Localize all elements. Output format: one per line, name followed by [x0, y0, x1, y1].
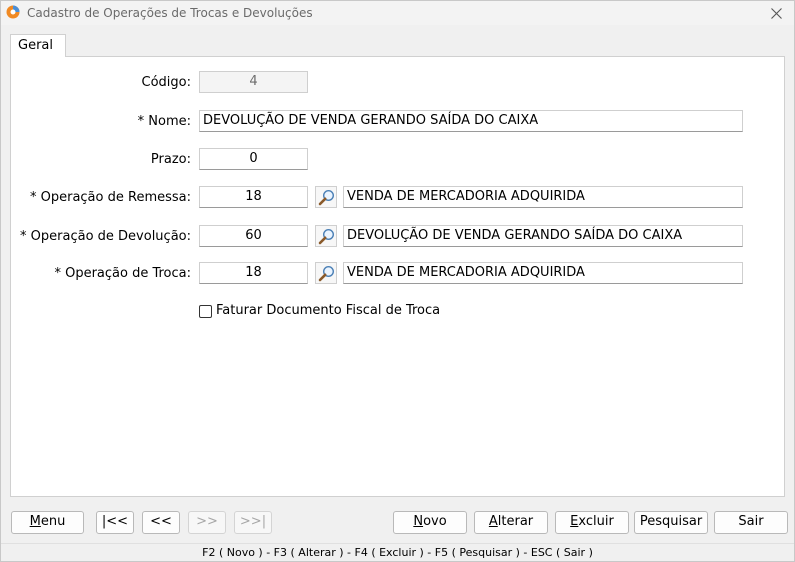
window-title: Cadastro de Operações de Trocas e Devolu… [27, 6, 313, 20]
troca-lookup-button[interactable] [315, 262, 337, 284]
novo-label: ovo [423, 514, 447, 529]
previous-record-button[interactable]: << [142, 511, 180, 534]
troca-description-field: VENDA DE MERCADORIA ADQUIRIDA [343, 262, 743, 284]
close-button[interactable] [762, 2, 790, 24]
faturar-checkbox-label[interactable]: Faturar Documento Fiscal de Troca [216, 303, 440, 318]
alterar-label: lterar [497, 514, 534, 529]
remessa-lookup-button[interactable] [315, 186, 337, 208]
faturar-checkbox[interactable] [199, 305, 212, 318]
magnifier-icon [318, 189, 334, 205]
excluir-button[interactable]: Excluir [555, 511, 629, 534]
devolucao-lookup-button[interactable] [315, 225, 337, 247]
codigo-label: Código: [141, 75, 191, 90]
prazo-field[interactable]: 0 [199, 148, 308, 170]
novo-hotkey: N [413, 514, 424, 529]
main-window: Cadastro de Operações de Trocas e Devolu… [0, 0, 795, 562]
app-logo-icon [6, 5, 20, 19]
devolucao-code-field[interactable]: 60 [199, 225, 308, 247]
next-record-button[interactable]: >> [188, 511, 226, 534]
tab-geral-label: Geral [18, 38, 53, 53]
menu-hotkey: M [29, 514, 41, 529]
alterar-button[interactable]: Alterar [474, 511, 548, 534]
title-bar: Cadastro de Operações de Trocas e Devolu… [1, 1, 794, 25]
nome-label: * Nome: [137, 114, 191, 129]
remessa-code-field[interactable]: 18 [199, 186, 308, 208]
codigo-field: 4 [199, 71, 308, 93]
novo-button[interactable]: Novo [393, 511, 467, 534]
menu-label: enu [40, 514, 66, 529]
tab-geral[interactable]: Geral [10, 34, 66, 57]
troca-code-field[interactable]: 18 [199, 262, 308, 284]
menu-button[interactable]: Menu [11, 511, 84, 534]
devolucao-description-field: DEVOLUÇÃO DE VENDA GERANDO SAÍDA DO CAIX… [343, 225, 743, 247]
prazo-label: Prazo: [150, 152, 191, 167]
sair-button[interactable]: Sair [714, 511, 788, 534]
shortcut-status-bar: F2 ( Novo ) - F3 ( Alterar ) - F4 ( Excl… [1, 543, 794, 562]
close-icon [770, 7, 782, 19]
remessa-label: * Operação de Remessa: [29, 190, 191, 205]
nome-field[interactable]: DEVOLUÇÃO DE VENDA GERANDO SAÍDA DO CAIX… [199, 110, 743, 132]
magnifier-icon [318, 228, 334, 244]
alterar-hotkey: A [488, 514, 498, 529]
first-record-button[interactable]: |<< [96, 511, 134, 534]
troca-label: * Operação de Troca: [54, 266, 191, 281]
pesquisar-button[interactable]: Pesquisar [634, 511, 708, 534]
remessa-description-field: VENDA DE MERCADORIA ADQUIRIDA [343, 186, 743, 208]
magnifier-icon [318, 265, 334, 281]
devolucao-label: * Operação de Devolução: [20, 229, 191, 244]
excluir-label: xcluir [578, 514, 614, 529]
last-record-button[interactable]: >>| [234, 511, 272, 534]
